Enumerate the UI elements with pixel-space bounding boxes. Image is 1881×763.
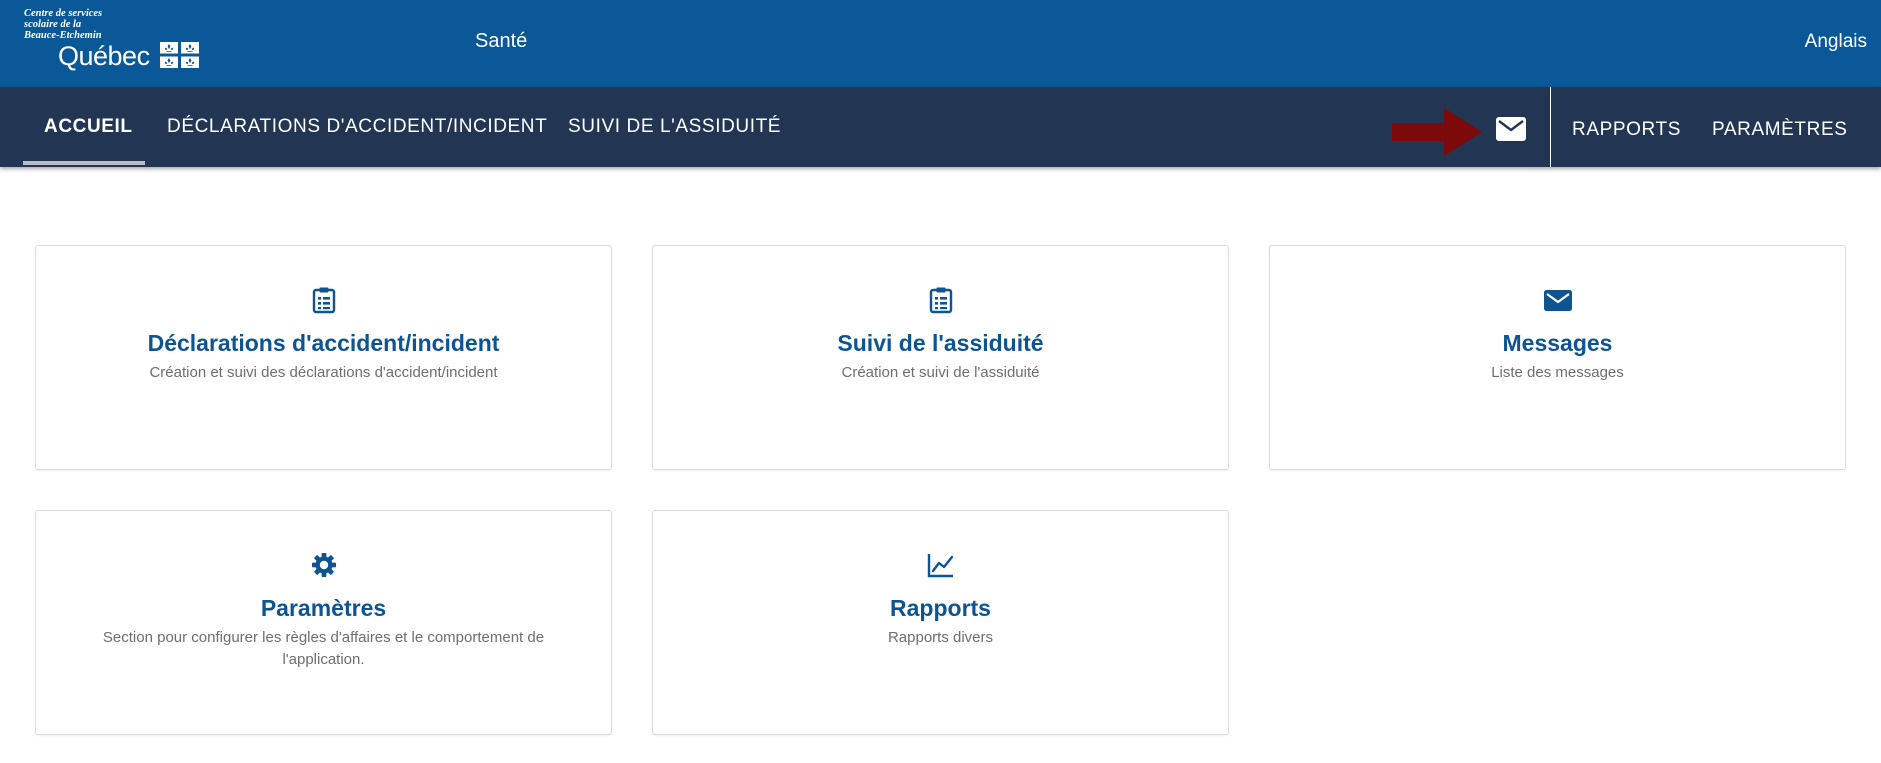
card-title: Suivi de l'assiduité (837, 330, 1044, 356)
logo-wordmark: Québec (58, 41, 150, 71)
gear-icon (311, 553, 336, 577)
nav-item-suivi-assiduite[interactable]: SUIVI DE L'ASSIDUITÉ (568, 87, 781, 167)
nav-item-declarations[interactable]: DÉCLARATIONS D'ACCIDENT/INCIDENT (167, 87, 547, 167)
top-header: Centre de services scolaire de la Beauce… (0, 0, 1881, 87)
card-title: Déclarations d'accident/incident (147, 330, 500, 356)
active-tab-indicator (23, 161, 145, 165)
card-description: Rapports divers (887, 629, 994, 646)
nav-item-rapports[interactable]: RAPPORTS (1572, 90, 1681, 170)
nav-divider (1550, 87, 1551, 167)
card-title: Rapports (890, 595, 991, 621)
card-parametres[interactable]: Paramètres Section pour configurer les r… (35, 510, 612, 735)
nav-item-accueil[interactable]: ACCUEIL (44, 87, 133, 167)
card-rapports[interactable]: Rapports Rapports divers (652, 510, 1229, 735)
card-suivi-assiduite[interactable]: Suivi de l'assiduité Création et suivi d… (652, 245, 1229, 470)
clipboard-list-icon (312, 287, 335, 314)
card-description: Création et suivi de l'assiduité (841, 364, 1040, 381)
main-nav: ACCUEIL DÉCLARATIONS D'ACCIDENT/INCIDENT… (0, 87, 1881, 167)
card-description: Section pour configurer les règles d'aff… (102, 629, 545, 668)
card-description: Liste des messages (1491, 364, 1624, 381)
annotation-arrow (1392, 108, 1482, 156)
card-declarations[interactable]: Déclarations d'accident/incident Créatio… (35, 245, 612, 470)
app-title: Santé (475, 30, 528, 52)
clipboard-list-icon (929, 287, 952, 314)
card-title: Paramètres (260, 595, 387, 621)
card-description: Création et suivi des déclarations d'acc… (149, 364, 498, 381)
quebec-flag-icon (160, 42, 199, 68)
envelope-icon[interactable] (1496, 117, 1526, 141)
language-toggle-link[interactable]: Anglais (1805, 31, 1867, 53)
card-messages[interactable]: Messages Liste des messages (1269, 245, 1846, 470)
card-title: Messages (1502, 330, 1613, 356)
line-chart-icon (927, 554, 953, 578)
logo[interactable]: Centre de services scolaire de la Beauce… (24, 8, 204, 72)
envelope-icon (1543, 290, 1572, 311)
nav-item-parametres[interactable]: PARAMÈTRES (1712, 90, 1848, 170)
